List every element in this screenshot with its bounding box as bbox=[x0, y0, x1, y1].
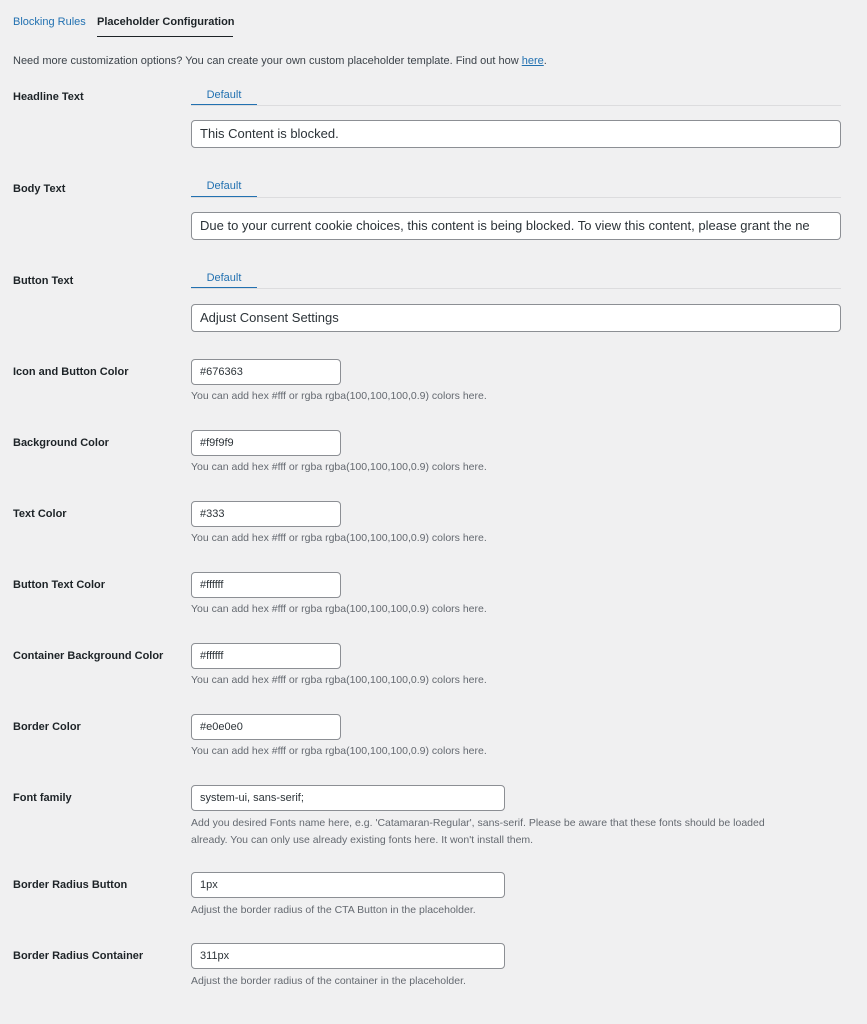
container-bg-color-label: Container Background Color bbox=[13, 650, 164, 662]
background-color-input[interactable]: #f9f9f9 bbox=[191, 430, 341, 456]
background-color-help: You can add hex #fff or rgba rgba(100,10… bbox=[191, 461, 487, 473]
font-family-help-line1: Add you desired Fonts name here, e.g. 'C… bbox=[191, 817, 765, 829]
icon-button-color-input[interactable]: #676363 bbox=[191, 359, 341, 385]
body-text-input[interactable]: Due to your current cookie choices, this… bbox=[191, 212, 841, 240]
button-text-tab-divider bbox=[191, 288, 841, 289]
tab-blocking-rules[interactable]: Blocking Rules bbox=[13, 16, 86, 28]
container-bg-color-help: You can add hex #fff or rgba rgba(100,10… bbox=[191, 674, 487, 686]
intro-here-link[interactable]: here bbox=[522, 55, 544, 67]
border-color-input[interactable]: #e0e0e0 bbox=[191, 714, 341, 740]
headline-text-input[interactable]: This Content is blocked. bbox=[191, 120, 841, 148]
border-radius-button-help: Adjust the border radius of the CTA Butt… bbox=[191, 904, 476, 916]
tab-placeholder-configuration[interactable]: Placeholder Configuration bbox=[97, 16, 235, 28]
intro-suffix: . bbox=[543, 55, 547, 67]
container-bg-color-input[interactable]: #ffffff bbox=[191, 643, 341, 669]
icon-button-color-label: Icon and Button Color bbox=[13, 366, 129, 378]
button-text-color-input[interactable]: #ffffff bbox=[191, 572, 341, 598]
text-color-input[interactable]: #333 bbox=[191, 501, 341, 527]
button-text-color-help: You can add hex #fff or rgba rgba(100,10… bbox=[191, 603, 487, 615]
intro-text: Need more customization options? You can… bbox=[13, 55, 547, 67]
border-radius-button-label: Border Radius Button bbox=[13, 879, 128, 891]
body-text-tab-divider bbox=[191, 197, 841, 198]
button-text-input[interactable]: Adjust Consent Settings bbox=[191, 304, 841, 332]
font-family-label: Font family bbox=[13, 792, 72, 804]
headline-text-label: Headline Text bbox=[13, 91, 84, 103]
font-family-help-line2: already. You can only use already existi… bbox=[191, 834, 534, 846]
intro-message: Need more customization options? You can… bbox=[13, 55, 522, 67]
button-text-label: Button Text bbox=[13, 275, 74, 287]
border-color-help: You can add hex #fff or rgba rgba(100,10… bbox=[191, 745, 487, 757]
border-radius-container-input[interactable]: 311px bbox=[191, 943, 505, 969]
font-family-help: Add you desired Fonts name here, e.g. 'C… bbox=[191, 815, 841, 849]
border-radius-container-help: Adjust the border radius of the containe… bbox=[191, 975, 466, 987]
body-text-label: Body Text bbox=[13, 183, 66, 195]
border-color-label: Border Color bbox=[13, 721, 81, 733]
active-tab-indicator bbox=[97, 36, 233, 37]
text-color-label: Text Color bbox=[13, 508, 67, 520]
font-family-input[interactable]: system-ui, sans-serif; bbox=[191, 785, 505, 811]
headline-tab-divider bbox=[191, 105, 841, 106]
border-radius-button-input[interactable]: 1px bbox=[191, 872, 505, 898]
background-color-label: Background Color bbox=[13, 437, 109, 449]
button-text-color-label: Button Text Color bbox=[13, 579, 106, 591]
border-radius-container-label: Border Radius Container bbox=[13, 950, 144, 962]
icon-button-color-help: You can add hex #fff or rgba rgba(100,10… bbox=[191, 390, 487, 402]
text-color-help: You can add hex #fff or rgba rgba(100,10… bbox=[191, 532, 487, 544]
